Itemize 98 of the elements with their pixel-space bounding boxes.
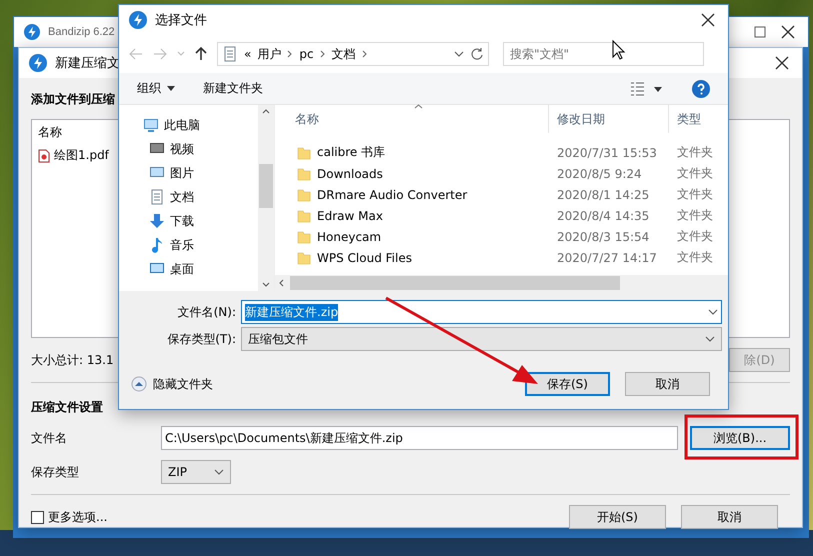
new-folder-button[interactable]: 新建文件夹 [203,80,263,97]
scrollbar-thumb[interactable] [259,164,273,208]
date-cell: 2020/7/27 14:17 [557,250,657,264]
up-arrow-icon[interactable] [195,47,207,61]
file-item[interactable]: DRmare Audio Converter [297,188,468,202]
close-icon[interactable] [781,25,795,39]
date-cell: 2020/7/31 15:53 [557,146,657,160]
type-cell: 文件夹 [677,144,713,161]
section-heading: 添加文件到压缩 [31,90,115,108]
scroll-up-icon[interactable] [262,109,270,114]
app-logo-icon [29,54,47,72]
file-item[interactable]: 绘图1.pdf [38,147,109,164]
size-total: 大小总计: 13.1 [31,352,114,368]
breadcrumb-item[interactable]: 文档 [332,46,356,62]
chevron-down-icon [454,51,464,57]
close-icon[interactable] [701,13,715,27]
breadcrumb-item[interactable]: « [244,47,252,61]
nav-item[interactable]: 此电脑 [119,113,258,137]
date-cell: 2020/8/4 14:35 [557,208,650,222]
date-cell: 2020/8/3 15:54 [557,230,650,244]
folder-icon [297,188,311,202]
date-cell: 2020/8/1 14:25 [557,188,650,202]
cursor-icon [612,40,626,60]
nav-item[interactable]: 视频 [119,137,258,161]
document-icon [222,46,238,62]
chevron-right-icon [362,50,368,58]
column-header[interactable]: 类型 [669,105,724,133]
window-title: Bandizip 6.22 [48,26,115,38]
organize-menu[interactable]: 组织 [137,80,175,97]
filename-field[interactable]: C:\Users\pc\Documents\新建压缩文件.zip [161,426,678,450]
file-item[interactable]: calibre 书库 [297,144,386,161]
search-field[interactable]: 搜索"文档" [503,42,704,66]
maximize-icon[interactable] [754,26,766,38]
chevron-down-icon [705,336,715,342]
nav-item[interactable]: 图片 [119,161,258,185]
folder-icon [297,250,311,264]
scroll-down-icon[interactable] [262,282,270,287]
down-arrow-icon [149,213,165,229]
file-type-dropdown[interactable]: 压缩包文件 [241,327,722,351]
dialog-button[interactable]: 取消 [681,505,778,529]
nav-item[interactable]: 桌面 [119,257,258,281]
scroll-left-icon[interactable] [279,279,284,287]
file-item[interactable]: WPS Cloud Files [297,250,412,264]
nav-item[interactable]: 下载 [119,209,258,233]
type-cell: 文件夹 [677,228,713,245]
dialog-title: 选择文件 [155,12,207,29]
refresh-icon[interactable] [470,47,484,61]
chevron-down-icon [708,309,718,315]
field-label: 保存类型(T): [166,330,237,348]
nav-item[interactable]: 文档 [119,185,258,209]
app-logo-icon [24,24,40,40]
pdf-file-icon [38,148,50,162]
field-label: 保存类型 [31,464,80,480]
file-item[interactable]: Honeycam [297,230,382,244]
folder-icon [297,146,311,160]
chevron-down-icon [214,469,224,475]
chevron-right-icon [320,50,326,58]
field-label: 文件名(N): [176,304,237,320]
help-icon[interactable] [692,80,710,98]
folder-icon [297,230,311,244]
close-icon[interactable] [775,56,789,70]
sort-caret-icon [414,104,423,109]
column-header: 名称 [38,124,62,141]
folder-icon [297,208,311,222]
dialog-button[interactable]: 取消 [625,372,710,396]
breadcrumb-item[interactable]: 用户 [257,46,282,62]
collapse-icon [131,376,147,392]
document-icon [149,189,165,205]
view-options-icon[interactable] [630,82,664,96]
section-heading: 压缩文件设置 [31,398,103,416]
file-item[interactable]: Edraw Max [297,208,383,222]
field-label: 文件名 [31,430,68,446]
breadcrumb-item[interactable]: pc [299,47,314,61]
music-note-icon [149,237,165,253]
scrollbar[interactable] [275,275,728,291]
nav-item[interactable]: 音乐 [119,233,258,257]
dialog-button[interactable]: 保存(S) [525,372,610,396]
column-header[interactable]: 名称 [275,105,549,133]
folder-icon [297,166,311,180]
type-cell: 文件夹 [677,186,713,203]
browse-button[interactable]: 浏览(B)... [690,426,790,450]
date-cell: 2020/8/5 9:24 [557,166,642,180]
type-cell: 文件夹 [677,249,713,266]
address-bar[interactable]: « 用户 pc 文档 [217,42,489,66]
filename-field[interactable]: 新建压缩文件.zip [241,300,722,324]
column-header[interactable]: 修改日期 [549,105,669,133]
hide-folders-toggle[interactable]: 隐藏文件夹 [131,376,213,392]
format-dropdown[interactable]: ZIP [161,460,231,484]
type-cell: 文件夹 [677,165,713,182]
caret-down-icon [167,86,175,91]
dialog-button[interactable]: 开始(S) [569,505,666,529]
file-item[interactable]: Downloads [297,166,383,180]
scrollbar[interactable] [258,105,274,291]
monitor-icon [143,117,159,133]
more-options-checkbox[interactable]: 更多选项... [31,508,108,526]
type-cell: 文件夹 [677,207,713,224]
chevron-right-icon [287,50,294,58]
app-logo-icon [129,11,147,29]
